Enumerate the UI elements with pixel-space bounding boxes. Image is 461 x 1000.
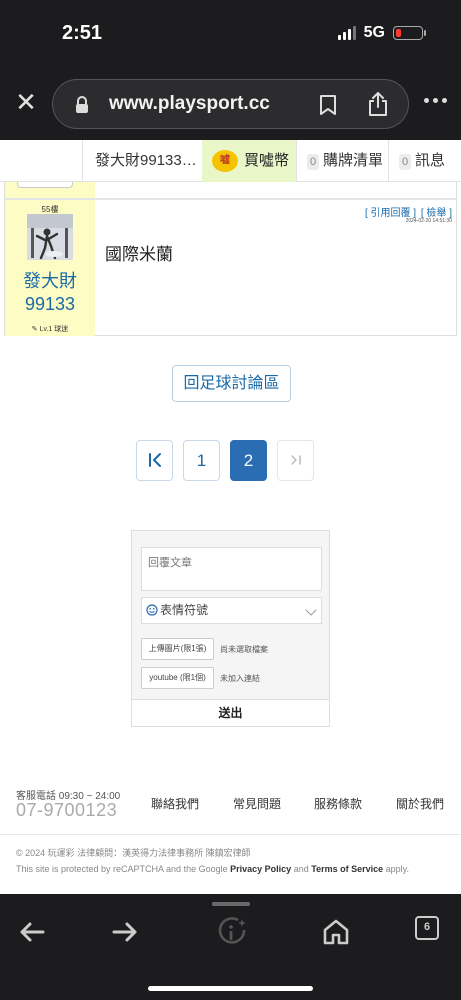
messages-button[interactable]: 0 訊息	[388, 140, 461, 182]
more-icon[interactable]	[424, 98, 447, 103]
youtube-status: 未加入連結	[220, 674, 260, 683]
cart-button[interactable]: 0 購牌清單	[296, 140, 388, 182]
lock-icon	[76, 96, 88, 113]
level-text: Lv.1 球迷	[39, 326, 69, 333]
browser-top-bar: 2:51 5G ✕ www.playsport.cc	[0, 0, 461, 140]
browser-bottom-bar: 6	[0, 894, 461, 1000]
previous-post-edge	[4, 182, 457, 198]
recaptcha-apply: apply.	[385, 864, 409, 874]
upload-image-button[interactable]: 上傳圖片(限1張)	[141, 638, 214, 660]
footer-legal: © 2024 玩運彩 法律顧問：漢英得力法律事務所 陳鎮宏律師	[16, 848, 251, 858]
footer-about-link[interactable]: 關於我們	[396, 795, 444, 812]
recaptcha-text: This site is protected by reCAPTCHA and …	[16, 864, 228, 874]
footer-divider	[0, 834, 461, 835]
post-author-level: ✎ Lv.1 球迷	[5, 324, 95, 334]
chevron-down-icon	[305, 604, 317, 616]
last-page-button	[277, 440, 314, 481]
footer-contact-link[interactable]: 聯絡我們	[151, 795, 199, 812]
cart-label: 購牌清單	[323, 152, 384, 169]
post-content: 國際米蘭	[105, 245, 173, 264]
page-1-button[interactable]: 1	[183, 440, 220, 481]
avatar-image-icon	[27, 214, 73, 260]
back-to-forum-button[interactable]: 回足球討論區	[172, 365, 291, 402]
first-page-button[interactable]	[136, 440, 173, 481]
bookmark-icon[interactable]	[319, 94, 337, 116]
home-indicator	[148, 986, 313, 991]
messages-label: 訊息	[415, 152, 446, 169]
header-username[interactable]: 發大財99133…	[82, 140, 202, 182]
forward-arrow-icon[interactable]	[109, 916, 141, 948]
buy-coin-button[interactable]: 嘘 買噓幣	[202, 140, 296, 182]
battery-icon	[393, 26, 426, 40]
service-phone[interactable]: 07-9700123	[16, 800, 117, 821]
url-text: www.playsport.cc	[109, 93, 270, 114]
message-count: 0	[399, 154, 411, 170]
buy-coin-label: 買噓幣	[244, 152, 290, 169]
youtube-link-button[interactable]: youtube (限1個)	[141, 667, 214, 689]
drag-handle[interactable]	[212, 902, 250, 906]
pencil-icon: ✎	[31, 326, 38, 333]
footer-terms-link[interactable]: 服務條款	[314, 795, 362, 812]
url-bar[interactable]: www.playsport.cc	[52, 79, 409, 129]
signal-icon	[337, 26, 356, 40]
close-icon[interactable]: ✕	[14, 89, 38, 115]
status-time: 2:51	[62, 22, 103, 44]
last-page-icon	[290, 455, 301, 465]
cart-count: 0	[307, 154, 319, 170]
status-indicators: 5G	[337, 24, 426, 42]
reply-form: 回覆文章 表情符號 上傳圖片(限1張) 尚未選取檔案 youtube (限1個)…	[131, 530, 330, 727]
submit-button[interactable]: 送出	[132, 699, 329, 726]
recaptcha-and: and	[293, 864, 309, 874]
forum-post: 55樓 發大財99133 ✎ Lv.1 球迷 [ 引用回覆 ] [ 檢舉 ] 2…	[4, 198, 457, 336]
post-actions: [ 引用回覆 ] [ 檢舉 ]	[363, 204, 452, 219]
footer-faq-link[interactable]: 常見問題	[233, 795, 281, 812]
tabs-icon[interactable]: 6	[415, 916, 439, 940]
terms-of-service-link[interactable]: Terms of Service	[311, 864, 383, 874]
info-sparkle-icon[interactable]	[216, 916, 248, 948]
share-icon[interactable]	[367, 91, 389, 117]
upload-status: 尚未選取檔案	[220, 645, 268, 654]
reply-textarea[interactable]: 回覆文章	[141, 547, 322, 591]
avatar[interactable]	[27, 214, 73, 260]
page-2-button[interactable]: 2	[230, 440, 267, 481]
first-page-icon	[148, 453, 161, 467]
privacy-policy-link[interactable]: Privacy Policy	[230, 864, 291, 874]
post-author-panel: 55樓 發大財99133 ✎ Lv.1 球迷	[5, 200, 95, 336]
emoji-select-label: 表情符號	[160, 603, 209, 617]
coin-icon: 嘘	[212, 150, 238, 172]
smiley-icon	[146, 604, 158, 616]
post-timestamp: 2024-02-20 14:51:30	[405, 218, 452, 224]
recaptcha-notice: This site is protected by reCAPTCHA and …	[16, 864, 409, 874]
site-header: 發大財99133… 嘘 買噓幣 0 購牌清單 0 訊息	[0, 140, 461, 182]
post-author-name[interactable]: 發大財99133	[5, 270, 95, 316]
emoji-select[interactable]: 表情符號	[141, 597, 322, 624]
home-icon[interactable]	[320, 916, 352, 948]
back-arrow-icon[interactable]	[16, 916, 48, 948]
network-type: 5G	[363, 24, 385, 41]
